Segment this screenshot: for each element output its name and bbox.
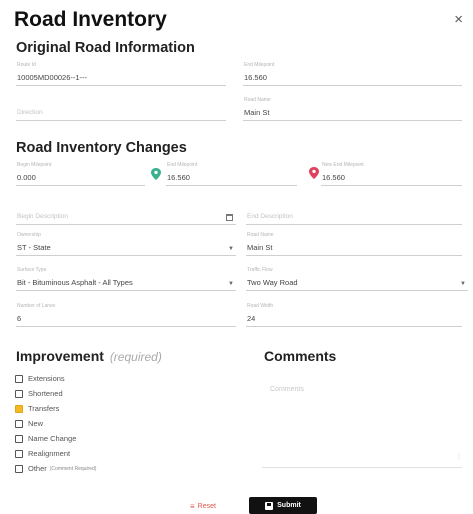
- original-end-milepoint-field: End Milepoint 16.560: [243, 62, 462, 86]
- surface-type-value: Bit - Bituminous Asphalt - All Types: [17, 278, 133, 287]
- end-milepoint-field[interactable]: End Milepoint 16.560: [166, 162, 297, 186]
- reset-button[interactable]: ≡ Reset: [190, 502, 216, 511]
- comments-textarea[interactable]: Comments ⋮: [262, 374, 462, 468]
- checkbox-row-new[interactable]: New: [15, 416, 96, 431]
- ownership-value: ST - State: [17, 243, 51, 252]
- reset-icon: ≡: [190, 502, 195, 511]
- road-name-field[interactable]: Road Name Main St: [246, 232, 462, 256]
- checkbox-row-realignment[interactable]: Realignment: [15, 446, 96, 461]
- original-road-name-field: Road Name Main St: [243, 97, 462, 121]
- end-milepoint-label: End Milepoint: [167, 162, 198, 168]
- direction-field: Direction: [16, 97, 226, 121]
- ownership-select[interactable]: Ownership ST - State ▼: [16, 232, 236, 256]
- improvement-checkbox-list: Extensions Shortened Transfers New Name …: [15, 371, 96, 476]
- begin-milepoint-label: Begin Milepoint: [17, 162, 52, 168]
- new-end-milepoint-field[interactable]: New End Milepoint 16.560: [321, 162, 462, 186]
- reset-label: Reset: [197, 503, 216, 510]
- traffic-flow-select[interactable]: Traffic Flow Two Way Road ▼: [246, 267, 468, 291]
- submit-label: Submit: [277, 502, 301, 509]
- traffic-flow-label: Traffic Flow: [247, 267, 273, 273]
- begin-milepoint-field[interactable]: Begin Milepoint 0.000: [16, 162, 145, 186]
- number-of-lanes-value: 6: [17, 314, 22, 323]
- new-end-milepoint-label: New End Milepoint: [322, 162, 364, 168]
- checkbox-label-shortened: Shortened: [28, 389, 63, 398]
- begin-description-field[interactable]: Begin Description: [16, 201, 236, 225]
- road-name-label: Road Name: [247, 232, 274, 238]
- begin-milepoint-value: 0.000: [17, 173, 36, 182]
- checkbox-label-realignment: Realignment: [28, 449, 71, 458]
- checkbox-transfers[interactable]: [15, 404, 23, 413]
- save-icon: [265, 501, 274, 510]
- improvement-title: Improvement: [16, 348, 104, 364]
- route-id-field: Route Id 10005MD00026--1---: [16, 62, 226, 86]
- section-original-heading: Original Road Information: [16, 40, 195, 56]
- checkbox-row-extensions[interactable]: Extensions: [15, 371, 96, 386]
- end-description-field[interactable]: End Description: [246, 201, 462, 225]
- checkbox-other[interactable]: [15, 464, 23, 473]
- comments-heading: Comments: [264, 348, 337, 364]
- map-pin-green-icon[interactable]: [151, 168, 161, 180]
- traffic-flow-value: Two Way Road: [247, 278, 298, 287]
- number-of-lanes-label: Number of Lanes: [17, 303, 56, 309]
- dropdown-arrow-icon: ▼: [228, 246, 234, 252]
- map-pin-red-icon[interactable]: [309, 167, 319, 179]
- checkbox-label-new: New: [28, 419, 44, 428]
- section-changes-heading: Road Inventory Changes: [16, 140, 187, 156]
- checkbox-new[interactable]: [15, 419, 23, 428]
- route-id-label: Route Id: [17, 62, 36, 68]
- dialog-title: Road Inventory: [14, 8, 167, 31]
- checkbox-label-extensions: Extensions: [28, 374, 65, 383]
- calendar-icon[interactable]: [226, 214, 233, 221]
- checkbox-row-transfers[interactable]: Transfers: [15, 401, 96, 416]
- resize-grip-icon[interactable]: ⋮: [456, 453, 462, 460]
- original-road-name-label: Road Name: [244, 97, 271, 103]
- checkbox-row-shortened[interactable]: Shortened: [15, 386, 96, 401]
- number-of-lanes-field[interactable]: Number of Lanes 6: [16, 303, 236, 327]
- surface-type-label: Surface Type: [17, 267, 47, 273]
- road-width-label: Road Width: [247, 303, 274, 309]
- original-end-milepoint-label: End Milepoint: [244, 62, 275, 68]
- route-id-value: 10005MD00026--1---: [17, 73, 88, 82]
- checkbox-name-change[interactable]: [15, 434, 23, 443]
- begin-description-placeholder: Begin Description: [17, 213, 68, 220]
- checkbox-label-transfers: Transfers: [28, 404, 60, 413]
- checkbox-realignment[interactable]: [15, 449, 23, 458]
- new-end-milepoint-value: 16.560: [322, 173, 345, 182]
- checkbox-label-other: Other: [28, 464, 47, 473]
- checkbox-extensions[interactable]: [15, 374, 23, 383]
- checkbox-row-name-change[interactable]: Name Change: [15, 431, 96, 446]
- end-description-placeholder: End Description: [247, 213, 293, 220]
- submit-button[interactable]: Submit: [249, 497, 317, 514]
- end-milepoint-value: 16.560: [167, 173, 190, 182]
- comments-placeholder: Comments: [270, 386, 304, 393]
- original-road-name-value: Main St: [244, 108, 270, 117]
- direction-placeholder: Direction: [17, 109, 43, 116]
- comments-underline: [262, 467, 462, 468]
- checkbox-other-note: (Comment Required): [49, 465, 97, 472]
- road-name-value: Main St: [247, 243, 273, 252]
- improvement-required-note: (required): [109, 350, 162, 364]
- road-width-value: 24: [247, 314, 256, 323]
- checkbox-row-other[interactable]: Other (Comment Required): [15, 461, 96, 476]
- road-width-field[interactable]: Road Width 24: [246, 303, 462, 327]
- close-icon[interactable]: ×: [454, 12, 463, 27]
- ownership-label: Ownership: [17, 232, 41, 238]
- dropdown-arrow-icon: ▼: [228, 281, 234, 287]
- surface-type-select[interactable]: Surface Type Bit - Bituminous Asphalt - …: [16, 267, 236, 291]
- checkbox-label-name-change: Name Change: [28, 434, 77, 443]
- original-end-milepoint-value: 16.560: [244, 73, 267, 82]
- dropdown-arrow-icon: ▼: [460, 281, 466, 287]
- improvement-heading: Improvement (required): [16, 348, 162, 364]
- checkbox-shortened[interactable]: [15, 389, 23, 398]
